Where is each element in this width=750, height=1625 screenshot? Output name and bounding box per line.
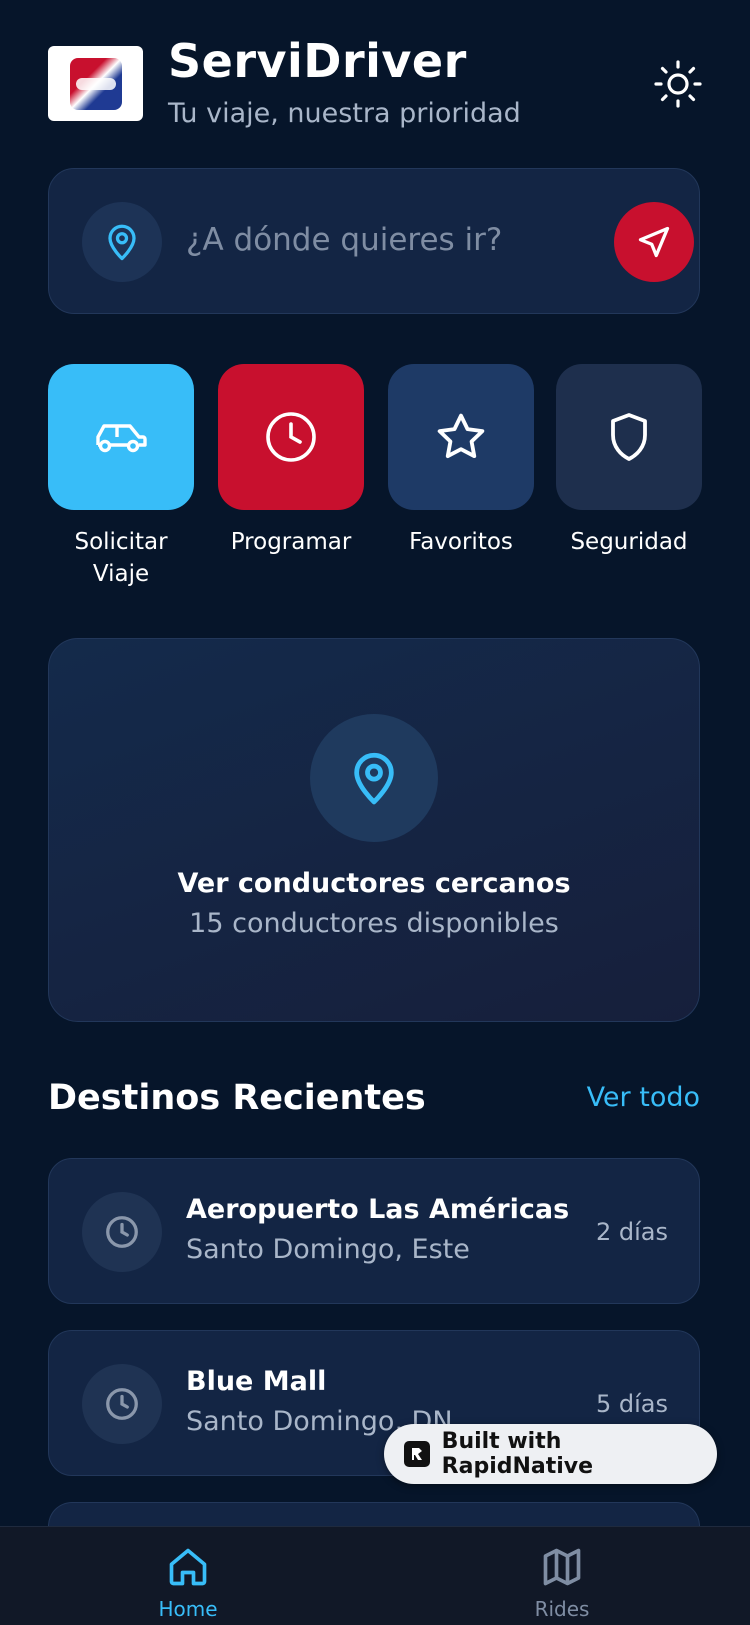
nearby-pin-circle — [310, 714, 438, 842]
map-pin-icon — [108, 224, 136, 261]
recent-destination-time: 2 días — [595, 1218, 668, 1246]
map-icon — [543, 1548, 581, 1586]
recent-destination-name: Aeropuerto Las Américas — [186, 1194, 570, 1225]
nearby-drivers-title: Ver conductores cercanos — [177, 868, 571, 899]
sun-icon — [654, 60, 702, 108]
recent-clock-circle — [82, 1192, 162, 1272]
recent-destinations-title: Destinos Recientes — [48, 1078, 426, 1118]
app-logo — [48, 46, 143, 121]
clock-icon — [266, 412, 316, 462]
schedule-button[interactable] — [218, 364, 364, 510]
recent-destination-address: Santo Domingo, Este — [186, 1234, 470, 1265]
recent-clock-circle — [82, 1364, 162, 1444]
recent-destination-time: 5 días — [595, 1390, 668, 1418]
theme-toggle-button[interactable] — [652, 58, 704, 110]
star-icon — [437, 413, 485, 459]
nav-rides[interactable]: Rides — [482, 1545, 642, 1621]
request-ride-label-line2: Viaje — [92, 561, 150, 587]
favorites-button[interactable] — [388, 364, 534, 510]
shield-icon — [611, 413, 647, 461]
car-icon — [96, 424, 147, 453]
recent-destination-name: Blue Mall — [186, 1366, 327, 1397]
see-all-link[interactable]: Ver todo — [560, 1082, 700, 1113]
navigate-button[interactable] — [614, 202, 694, 282]
request-ride-label-line1: Solicitar — [74, 529, 168, 555]
request-ride-button[interactable] — [48, 364, 194, 510]
app-title: ServiDriver — [168, 34, 467, 88]
built-with-text: Built with RapidNative — [441, 1429, 594, 1479]
map-pin-icon — [354, 752, 394, 805]
nav-rides-label: Rides — [534, 1597, 590, 1621]
app-subtitle: Tu viaje, nuestra prioridad — [168, 98, 521, 129]
nav-home-label: Home — [158, 1597, 218, 1621]
servidriver-logo-icon — [69, 57, 122, 110]
home-icon — [169, 1548, 207, 1586]
bottom-navigation: Home Rides — [0, 1526, 750, 1625]
schedule-label: Programar — [230, 529, 352, 555]
built-with-badge[interactable]: Built with RapidNative — [384, 1424, 717, 1484]
clock-icon — [106, 1216, 138, 1248]
nav-home[interactable]: Home — [108, 1545, 268, 1621]
clock-icon — [106, 1388, 138, 1420]
nearby-drivers-count: 15 conductores disponibles — [189, 908, 559, 939]
navigation-arrow-icon — [638, 226, 670, 258]
security-label: Seguridad — [570, 529, 688, 555]
request-ride-label: Solicitar Viaje — [36, 526, 206, 590]
search-pin-button — [82, 202, 162, 282]
security-button[interactable] — [556, 364, 702, 510]
favorites-label: Favoritos — [409, 529, 513, 555]
search-input[interactable]: ¿A dónde quieres ir? — [186, 222, 502, 258]
rapidnative-logo-icon — [404, 1441, 430, 1467]
